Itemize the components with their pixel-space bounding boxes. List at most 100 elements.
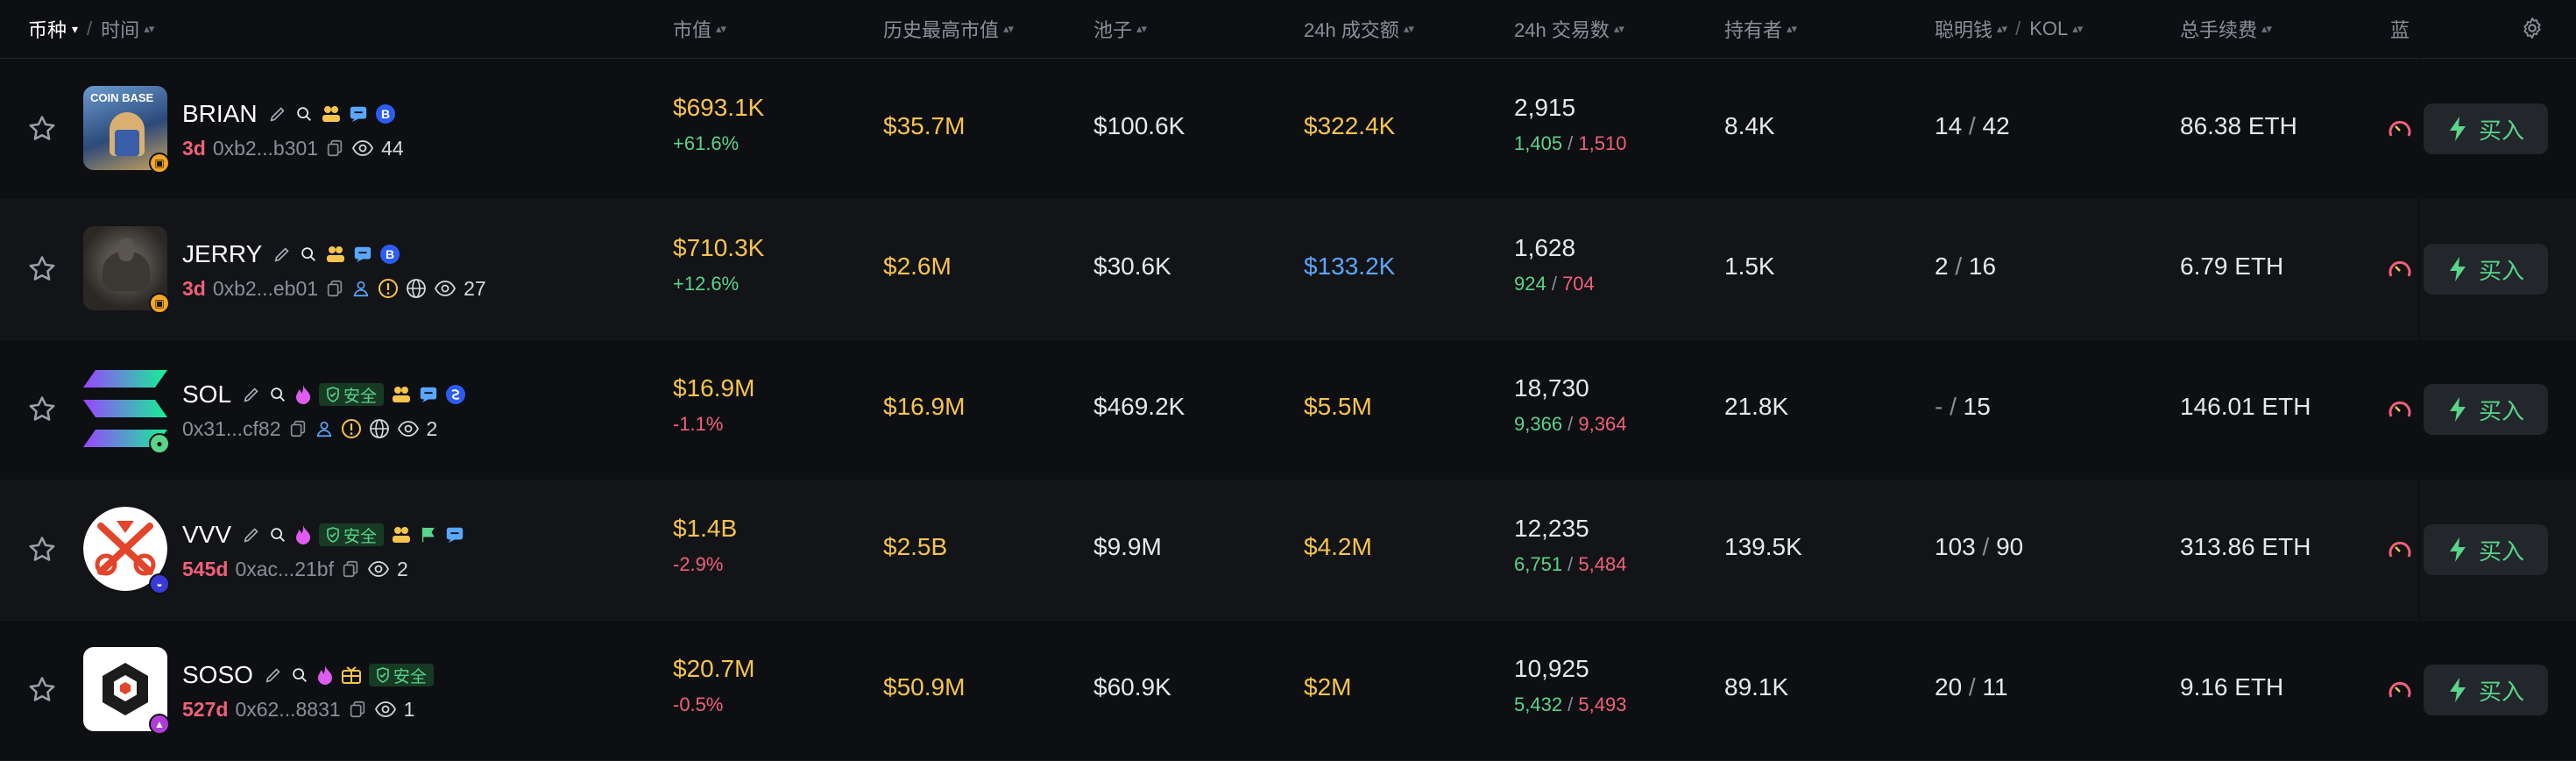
smart-money-count: 103 xyxy=(1935,533,1976,560)
buy-sell-counts: 9,366 / 9,364 xyxy=(1514,413,1627,435)
header-bluechip[interactable]: 蓝 xyxy=(2390,14,2410,44)
volume-24h: $2M xyxy=(1304,673,1352,701)
edit-icon[interactable] xyxy=(242,385,261,404)
token-meta-line: 0x31...cf82 2 xyxy=(182,415,437,443)
token-address[interactable]: 0xb2...eb01 xyxy=(213,277,318,301)
view-count: 2 xyxy=(426,416,438,440)
token-age: 527d xyxy=(182,697,229,721)
table-row[interactable]: ▣ JERRY B 3d 0xb2...eb01 27 $710.3K +12.… xyxy=(0,199,2576,340)
buy-button[interactable]: 买入 xyxy=(2424,524,2548,575)
edit-icon[interactable] xyxy=(264,665,283,685)
price-change: +61.6% xyxy=(673,132,740,154)
user-icon[interactable] xyxy=(315,419,334,438)
kol-count: 42 xyxy=(1982,112,2010,139)
token-address[interactable]: 0xb2...b301 xyxy=(213,137,318,160)
search-icon[interactable] xyxy=(294,104,314,124)
token-ticker[interactable]: BRIAN xyxy=(182,100,258,128)
buy-button-label: 买入 xyxy=(2478,117,2524,144)
copy-icon[interactable] xyxy=(348,700,367,719)
pool-value: $9.9M xyxy=(1093,533,1162,560)
safe-badge: 安全 xyxy=(368,664,434,686)
header-txns-label: 24h 交易数 xyxy=(1514,19,1610,41)
token-meta-line: 3d 0xb2...eb01 27 xyxy=(182,274,486,302)
search-icon[interactable] xyxy=(268,385,287,404)
copy-icon[interactable] xyxy=(288,419,308,438)
token-address[interactable]: 0x62...8831 xyxy=(235,698,340,722)
total-fees: 6.79 ETH xyxy=(2180,252,2284,280)
star-icon[interactable] xyxy=(26,113,58,145)
copy-icon[interactable] xyxy=(325,139,344,158)
chat-icon[interactable] xyxy=(419,385,438,404)
token-address[interactable]: 0xac...21bf xyxy=(235,558,334,581)
header-market-cap[interactable]: 市值 ▴▾ xyxy=(673,14,726,44)
star-icon[interactable] xyxy=(26,253,58,285)
copy-icon[interactable] xyxy=(341,559,360,579)
ath-market-cap: $2.6M xyxy=(883,252,952,280)
globe-icon[interactable] xyxy=(369,418,390,439)
header-txns[interactable]: 24h 交易数 ▴▾ xyxy=(1514,14,1624,44)
header-pool[interactable]: 池子 ▴▾ xyxy=(1093,14,1147,44)
star-icon[interactable] xyxy=(26,674,58,706)
header-total-fees[interactable]: 总手续费 ▴▾ xyxy=(2180,14,2272,44)
token-address[interactable]: 0x31...cf82 xyxy=(182,417,281,441)
svg-text:B: B xyxy=(386,247,394,261)
token-ticker[interactable]: JERRY xyxy=(182,240,262,268)
copy-icon[interactable] xyxy=(325,279,344,298)
search-icon[interactable] xyxy=(299,245,318,264)
user-icon[interactable] xyxy=(351,279,371,298)
sort-icon: ▴▾ xyxy=(1787,22,1797,35)
chat-icon[interactable] xyxy=(445,525,464,544)
view-count: 44 xyxy=(381,136,404,160)
warning-icon[interactable] xyxy=(341,418,362,439)
globe-icon[interactable] xyxy=(406,278,427,299)
smart-money-count: - xyxy=(1935,393,1943,420)
smart-money-kol: 14 / 42 xyxy=(1935,112,2010,139)
chat-icon[interactable] xyxy=(353,245,372,264)
buy-button[interactable]: 买入 xyxy=(2424,244,2548,295)
warning-icon[interactable] xyxy=(378,278,399,299)
buy-button[interactable]: 买入 xyxy=(2424,103,2548,154)
volume-24h: $4.2M xyxy=(1304,533,1372,560)
token-ticker[interactable]: SOSO xyxy=(182,661,253,689)
smart-money-count: 20 xyxy=(1935,673,1963,701)
token-name-line: VVV 安全 xyxy=(182,520,464,550)
buy-button[interactable]: 买入 xyxy=(2424,384,2548,435)
token-ticker[interactable]: VVV xyxy=(182,521,231,549)
header-smart-money-kol[interactable]: 聪明钱 ▴▾ / KOL ▴▾ xyxy=(1935,14,2083,44)
table-row[interactable]: ◒ VVV 安全 545d 0xac...21bf 2 $1.4B -2.9% … xyxy=(0,480,2576,621)
token-ticker[interactable]: SOL xyxy=(182,380,231,409)
star-icon[interactable] xyxy=(26,394,58,425)
avatar-text: COIN BASE xyxy=(90,91,154,104)
lightning-icon xyxy=(2449,117,2466,141)
sort-icon[interactable]: ▴▾ xyxy=(144,22,154,36)
volume-24h: $5.5M xyxy=(1304,393,1372,420)
lightning-icon xyxy=(2449,678,2466,702)
edit-icon[interactable] xyxy=(272,245,292,264)
header-ath[interactable]: 历史最高市值 ▴▾ xyxy=(883,14,1014,44)
table-row[interactable]: ▲ SOSO 安全 527d 0x62...8831 1 $20.7M -0.5… xyxy=(0,620,2576,761)
search-icon[interactable] xyxy=(290,665,309,685)
table-row[interactable]: ● SOL 安全 0x31...cf82 2 $16.9M -1.1% $16.… xyxy=(0,339,2576,480)
launchpad-badge-icon: ◒ xyxy=(149,573,170,594)
token-meta-line: 527d 0x62...8831 1 xyxy=(182,695,414,723)
header-coin[interactable]: 币种 ▾ / 时间 ▴▾ xyxy=(28,14,154,44)
view-count: 2 xyxy=(396,557,408,580)
search-icon[interactable] xyxy=(268,525,287,544)
edit-icon[interactable] xyxy=(242,525,261,544)
header-holders[interactable]: 持有者 ▴▾ xyxy=(1724,14,1797,44)
shield-check-icon xyxy=(327,527,339,543)
header-ath-label: 历史最高市值 xyxy=(883,19,1000,41)
star-icon[interactable] xyxy=(26,534,58,565)
holders-icon xyxy=(393,387,411,402)
eye-icon xyxy=(352,140,374,156)
holders-count: 139.5K xyxy=(1724,533,1802,560)
edit-icon[interactable] xyxy=(268,104,287,124)
holders-count: 8.4K xyxy=(1724,112,1775,139)
gear-icon[interactable] xyxy=(2520,16,2544,40)
chat-icon[interactable] xyxy=(349,104,368,124)
buy-button[interactable]: 买入 xyxy=(2424,665,2548,715)
table-row[interactable]: COIN BASE ▣ BRIAN B 3d 0xb2...b301 44 $6… xyxy=(0,59,2576,200)
header-volume[interactable]: 24h 成交额 ▴▾ xyxy=(1304,14,1414,44)
sell-count: 704 xyxy=(1562,273,1595,295)
header-time-label[interactable]: 时间 xyxy=(101,15,139,43)
